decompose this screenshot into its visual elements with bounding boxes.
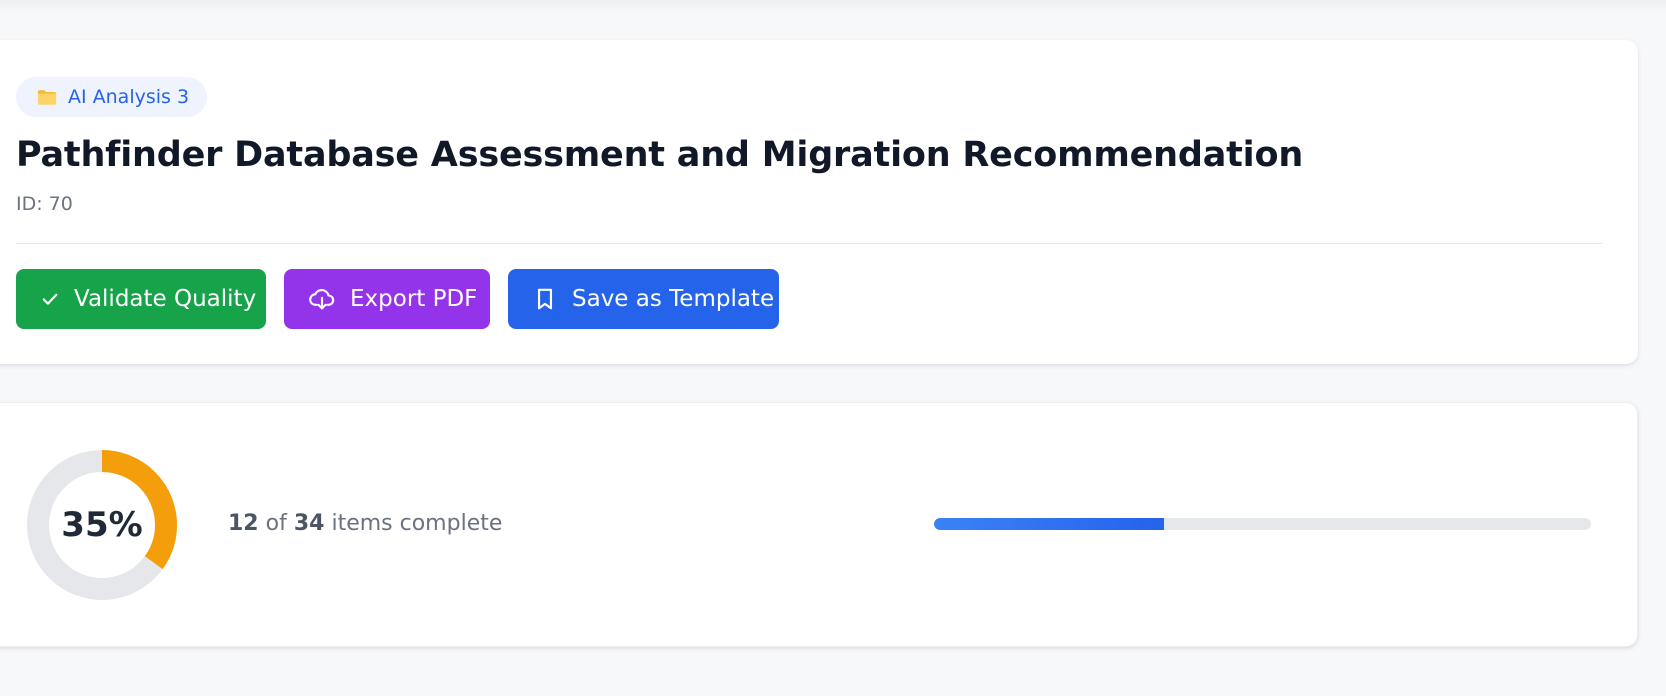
analysis-badge[interactable]: AI Analysis 3	[16, 77, 208, 117]
save-as-template-button[interactable]: Save as Template	[508, 269, 779, 329]
items-complete-suffix: items complete	[331, 511, 503, 536]
items-complete-text: 12 of 34 items complete	[228, 511, 502, 536]
document-id: ID: 70	[16, 193, 73, 215]
cloud-download-icon	[309, 288, 335, 310]
of-word: of	[265, 511, 287, 536]
progress-card: 35% 12 of 34 items complete	[0, 402, 1638, 647]
report-header-card: AI Analysis 3 Pathfinder Database Assess…	[0, 40, 1638, 364]
progress-bar-fill	[934, 518, 1164, 530]
analysis-badge-label: AI Analysis 3	[68, 86, 190, 108]
header-divider	[16, 243, 1602, 244]
check-icon	[42, 293, 58, 305]
progress-bar	[934, 518, 1591, 530]
progress-ring: 35%	[27, 450, 177, 600]
progress-percent: 35%	[61, 505, 143, 545]
bookmark-icon	[537, 288, 553, 310]
top-shadow	[0, 0, 1666, 14]
total-count: 34	[293, 511, 325, 536]
save-as-template-label: Save as Template	[572, 286, 775, 312]
export-pdf-button[interactable]: Export PDF	[284, 269, 490, 329]
validate-quality-button[interactable]: Validate Quality	[16, 269, 266, 329]
validate-quality-label: Validate Quality	[74, 286, 257, 312]
folder-icon	[37, 90, 57, 105]
completed-count: 12	[228, 511, 259, 536]
export-pdf-label: Export PDF	[350, 286, 478, 312]
page-title: Pathfinder Database Assessment and Migra…	[16, 135, 1304, 175]
